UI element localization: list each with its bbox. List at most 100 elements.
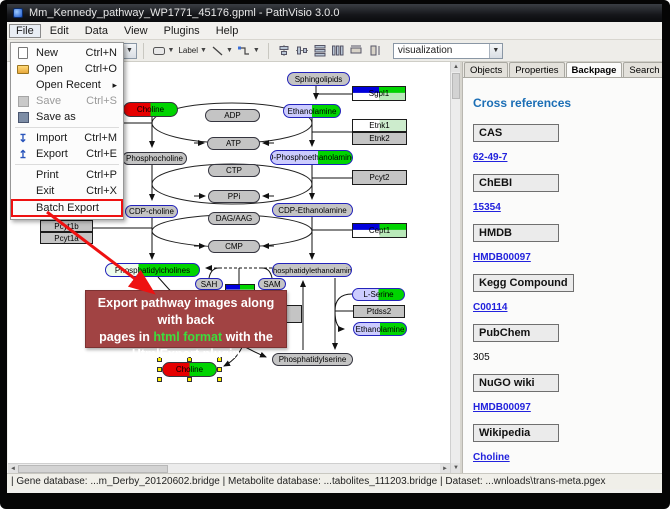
node-sah[interactable]: SAH: [195, 278, 223, 290]
menu-item-import[interactable]: ↧ Import Ctrl+M: [11, 130, 123, 146]
selection-handle[interactable]: [217, 377, 222, 382]
canvas-vertical-scrollbar[interactable]: ▲ ▼: [450, 62, 460, 473]
add-connector-button[interactable]: ▼: [235, 42, 262, 60]
common-width-button[interactable]: [347, 42, 365, 60]
menu-item-save-as[interactable]: Save as: [11, 109, 123, 125]
chevron-down-icon: ▼: [168, 47, 175, 54]
visualization-dropdown-icon[interactable]: ▼: [489, 44, 502, 58]
xref-link[interactable]: HMDB00097: [473, 402, 531, 413]
xref-section-kegg: Kegg Compound C00114: [473, 274, 662, 315]
menu-item-exit[interactable]: Exit Ctrl+X: [11, 183, 123, 199]
zoom-dropdown-icon[interactable]: ▼: [123, 44, 136, 58]
node-choline-selected[interactable]: Choline: [162, 362, 217, 377]
add-datanode-button[interactable]: ▼: [150, 42, 177, 60]
status-text: | Gene database: ...m_Derby_20120602.bri…: [11, 476, 605, 487]
menu-item-batch-export[interactable]: Batch Export: [11, 199, 123, 217]
distribute-horizontal-button[interactable]: [311, 42, 329, 60]
status-bar: | Gene database: ...m_Derby_20120602.bri…: [7, 473, 662, 489]
node-adp[interactable]: ADP: [205, 109, 260, 122]
node-cdp-ethanolamine[interactable]: CDP-Ethanolamine: [272, 203, 353, 217]
node-phosphocholine[interactable]: Phosphocholine: [122, 152, 187, 165]
xref-section-cas: CAS 62-49-7: [473, 124, 662, 165]
menu-file[interactable]: File: [9, 24, 41, 38]
gene-node-pcyt1b[interactable]: Pcyt1b: [40, 220, 93, 232]
highlighted-text: html format: [153, 330, 222, 344]
distribute-vertical-button[interactable]: [329, 42, 347, 60]
canvas-horizontal-scrollbar[interactable]: ◄ ►: [8, 463, 450, 473]
selection-handle[interactable]: [157, 377, 162, 382]
node-cmp[interactable]: CMP: [208, 240, 260, 253]
gene-node-pcyt2[interactable]: Pcyt2: [352, 170, 407, 185]
chevron-down-icon: ▼: [200, 47, 207, 54]
datanode-icon: [152, 45, 166, 57]
menu-item-save[interactable]: Save Ctrl+S: [11, 93, 123, 109]
node-cdp-choline[interactable]: CDP-choline: [125, 205, 178, 218]
tab-backpage[interactable]: Backpage: [566, 62, 623, 77]
node-dag-aag[interactable]: DAG/AAG: [208, 212, 260, 225]
menu-view[interactable]: View: [117, 24, 155, 38]
xref-link[interactable]: 62-49-7: [473, 152, 507, 163]
gene-node-ptdss2[interactable]: Ptdss2: [353, 305, 405, 318]
add-label-button[interactable]: Label ▼: [176, 42, 209, 60]
gene-node-sgpl1[interactable]: Sgpl1: [352, 86, 406, 101]
menu-edit[interactable]: Edit: [43, 24, 76, 38]
xref-link[interactable]: HMDB00097: [473, 252, 531, 263]
menu-item-new[interactable]: New Ctrl+N: [11, 45, 123, 61]
pathvisio-window: Mm_Kennedy_pathway_WP1771_45176.gpml - P…: [7, 4, 662, 493]
gene-node-etnk1[interactable]: Etnk1: [352, 119, 407, 132]
gene-node-pcyt1a[interactable]: Pcyt1a: [40, 232, 93, 244]
tab-properties[interactable]: Properties: [509, 62, 564, 77]
menu-plugins[interactable]: Plugins: [157, 24, 207, 38]
xref-value: 305: [473, 352, 490, 363]
chevron-down-icon: ▼: [226, 47, 233, 54]
visualization-combobox[interactable]: visualization ▼: [393, 43, 503, 59]
menu-item-open-recent[interactable]: Open Recent: [11, 77, 123, 93]
scrollbar-thumb[interactable]: [452, 73, 460, 99]
add-line-button[interactable]: ▼: [209, 42, 235, 60]
node-ppi[interactable]: PPi: [208, 190, 260, 203]
node-ethanolamine-top[interactable]: Ethanolamine: [283, 104, 341, 118]
xref-section-hmdb: HMDB HMDB00097: [473, 224, 662, 265]
gene-node-cept1[interactable]: Cept1: [352, 223, 407, 238]
distribute-horizontal-icon: [313, 44, 327, 57]
node-o-phosphoethanolamine[interactable]: O-Phosphoethanolamine: [270, 150, 353, 165]
selection-handle[interactable]: [187, 377, 192, 382]
align-middle-button[interactable]: [293, 42, 311, 60]
node-phosphatidylserine[interactable]: Phosphatidylserine: [272, 353, 353, 366]
file-menu-dropdown: New Ctrl+N Open Ctrl+O Open Recent Save …: [10, 42, 124, 220]
connector-icon: [237, 45, 251, 57]
export-icon: ↥: [15, 148, 31, 160]
save-icon: [15, 95, 31, 107]
node-phosphatidylethanolamine[interactable]: Phosphatidylethanolamine: [272, 263, 352, 277]
selection-handle[interactable]: [157, 367, 162, 372]
menu-help[interactable]: Help: [209, 24, 246, 38]
node-phosphatidylcholines[interactable]: Phosphatidylcholines: [105, 263, 200, 277]
node-atp[interactable]: ATP: [207, 137, 260, 150]
xref-link[interactable]: Choline: [473, 452, 510, 463]
node-sam[interactable]: SAM: [258, 278, 286, 290]
tab-objects[interactable]: Objects: [464, 62, 508, 77]
node-ethanolamine-bottom[interactable]: Ethanolamine: [353, 322, 407, 336]
menu-item-print[interactable]: Print Ctrl+P: [11, 167, 123, 183]
menu-item-export[interactable]: ↥ Export Ctrl+E: [11, 146, 123, 162]
node-sphingolipids[interactable]: Sphingolipids: [287, 72, 350, 86]
gene-node-etnk2[interactable]: Etnk2: [352, 132, 407, 145]
app-icon: [13, 8, 23, 18]
selection-handle[interactable]: [217, 367, 222, 372]
align-center-button[interactable]: [275, 42, 293, 60]
xref-link[interactable]: 15354: [473, 202, 501, 213]
title-bar[interactable]: Mm_Kennedy_pathway_WP1771_45176.gpml - P…: [7, 4, 662, 22]
xref-source-name: ChEBI: [473, 174, 559, 192]
menu-data[interactable]: Data: [78, 24, 115, 38]
xref-link[interactable]: C00114: [473, 302, 507, 313]
common-height-button[interactable]: [365, 42, 383, 60]
scrollbar-thumb[interactable]: [18, 465, 168, 473]
menu-bar: File Edit Data View Plugins Help: [7, 22, 662, 40]
menu-item-open[interactable]: Open Ctrl+O: [11, 61, 123, 77]
common-height-icon: [367, 44, 381, 57]
tab-search[interactable]: Search: [623, 62, 662, 77]
backpage-content: Cross references CAS 62-49-7 ChEBI 15354…: [463, 78, 662, 473]
node-l-serine[interactable]: L-Serine: [352, 288, 405, 301]
node-choline-top[interactable]: Choline: [123, 102, 178, 117]
node-ctp[interactable]: CTP: [208, 164, 260, 177]
